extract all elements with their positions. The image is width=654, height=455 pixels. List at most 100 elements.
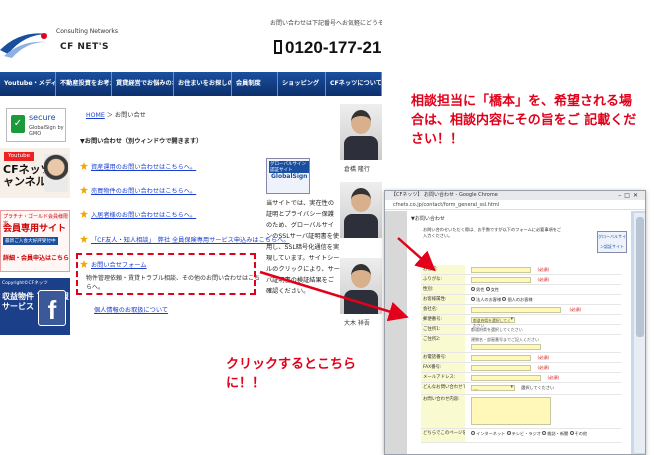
member-banner-sub: 最新ご入会大好評受付中 bbox=[3, 237, 58, 245]
address2-note: 建物名・部屋番号までご記入ください bbox=[471, 337, 539, 342]
form-label: 性別: bbox=[421, 285, 465, 294]
property-news-banner[interactable]: Copyright©CFネッツ 収益物件 下見速報 サービス f bbox=[0, 278, 70, 335]
star-icon bbox=[80, 235, 88, 243]
inquiry-type-note: 選択してください bbox=[521, 385, 555, 390]
phone-icon bbox=[274, 40, 282, 54]
window-controls-icon[interactable]: –□✕ bbox=[618, 191, 641, 200]
required-mark: （必須） bbox=[535, 277, 552, 282]
browser-url-bar[interactable]: cfnets.co.jp/contact/form_general_ssl.ht… bbox=[385, 200, 645, 210]
radio-icon[interactable] bbox=[471, 431, 475, 435]
form-row-gender: 性別: 男性 女性 bbox=[421, 285, 621, 295]
radio-icon[interactable] bbox=[471, 297, 475, 301]
fb-banner-top: Copyright©CFネッツ bbox=[2, 281, 48, 286]
referral-option-label: その他 bbox=[574, 431, 588, 436]
phone-number: 0120-177-213 bbox=[285, 38, 382, 57]
nav-item-owners[interactable]: 賃貸経営でお悩みのオーナー様 bbox=[112, 72, 174, 96]
star-icon bbox=[80, 186, 88, 194]
form-row-furigana: ふりがな: （必須） bbox=[421, 275, 621, 285]
form-row-phone: お電話番号: （必須） bbox=[421, 353, 621, 363]
email-input[interactable] bbox=[471, 375, 541, 381]
globalsign-seal[interactable]: グローバルサイン認証サイト GlobalSign bbox=[266, 158, 310, 194]
form-label: ご住所1: bbox=[421, 325, 465, 334]
contact-link-asset[interactable]: 資産運用のお問い合わせはこちらへ。 bbox=[80, 162, 196, 171]
customer-type-label: 法人のお客様 bbox=[476, 297, 502, 302]
facebook-icon: f bbox=[38, 290, 66, 326]
nav-item-shopping[interactable]: ショッピング bbox=[278, 72, 326, 96]
form-row-referral: どちらでこのページを知りましたか？: インターネット テレビ・ラジオ 雑誌・新聞… bbox=[421, 429, 621, 443]
required-mark: （必須） bbox=[567, 307, 584, 312]
customer-type-label: 個人のお客様 bbox=[507, 297, 533, 302]
member-banner-title: 会員専用サイト bbox=[3, 224, 67, 234]
company-input[interactable] bbox=[471, 307, 561, 313]
form-row-address2: ご住所2: 建物名・部屋番号までご記入ください bbox=[421, 335, 621, 353]
browser-window: 【CFネッツ】 お問い合わせ - Google Chrome –□✕ cfnet… bbox=[384, 190, 646, 455]
highlight-box bbox=[76, 253, 256, 295]
browser-scrollbar[interactable] bbox=[634, 213, 645, 453]
customer-type-options[interactable]: 法人のお客様 個人のお客様 bbox=[471, 295, 533, 305]
form-globalsign-seal[interactable]: グローバルサイン認証サイト bbox=[597, 231, 627, 253]
nav-item-about[interactable]: CFネッツについて bbox=[326, 72, 382, 96]
contact-link-tenant[interactable]: 入居者様のお問い合わせはこちらへ。 bbox=[80, 210, 196, 219]
contact-link-insurance[interactable]: 「CF友人・知人相談」 弊社 全員保険専用サービス申込みはこちらへ。 bbox=[80, 235, 290, 244]
radio-icon[interactable] bbox=[485, 287, 490, 291]
radio-icon[interactable] bbox=[506, 431, 511, 435]
scrollbar-thumb[interactable] bbox=[636, 217, 644, 337]
contact-link-sales[interactable]: 売買物件のお問い合わせはこちらへ。 bbox=[80, 186, 196, 195]
secure-title: secure bbox=[29, 113, 56, 122]
secure-subtitle: GlobalSign by GMO bbox=[29, 125, 64, 137]
furigana-input[interactable] bbox=[471, 277, 531, 283]
form-intro: お問い合わせいただく際は、お手数ですが以下のフォームに必要事項をご入力ください。 bbox=[423, 227, 562, 238]
contact-link-insurance-label: 「CF友人・知人相談」 弊社 全員保険専用サービス申込みはこちらへ。 bbox=[91, 237, 290, 244]
form-row-message: お問い合わせ内容: bbox=[421, 395, 621, 429]
nav-item-residence[interactable]: お住まいをお探しの方 bbox=[174, 72, 232, 96]
phone-input[interactable] bbox=[471, 355, 531, 361]
contact-form: お名前: （必須） ふりがな: （必須） 性別: 男性 女性 お客様属性: 法人… bbox=[421, 265, 621, 443]
presenter-photo bbox=[44, 154, 68, 192]
inquiry-type-select[interactable]: ---- bbox=[471, 385, 515, 391]
page-left-margin bbox=[385, 211, 407, 454]
breadcrumb: HOME ＞ お問い合せ bbox=[86, 110, 146, 119]
form-row-company: 会社名: （必須） bbox=[421, 305, 621, 315]
nav-item-membership[interactable]: 会員制度 bbox=[232, 72, 278, 96]
address2-input[interactable] bbox=[471, 344, 541, 350]
privacy-link[interactable]: 個人情報のお取扱について bbox=[94, 305, 168, 314]
prefecture-select[interactable]: 都道府県を選択してください bbox=[471, 317, 515, 328]
form-label: ご住所2: bbox=[421, 335, 465, 352]
form-label: お電話番号: bbox=[421, 353, 465, 362]
youtube-banner[interactable]: Youtube CFネッツ チャンネル bbox=[0, 148, 70, 198]
radio-icon[interactable] bbox=[542, 431, 547, 435]
secure-seal[interactable]: ✓ secure GlobalSign by GMO bbox=[6, 108, 66, 142]
form-label: お問い合わせ内容: bbox=[421, 395, 465, 428]
star-icon bbox=[80, 210, 88, 218]
form-label: メールアドレス: bbox=[421, 373, 465, 382]
radio-icon[interactable] bbox=[502, 297, 507, 301]
member-site-banner[interactable]: プラチナ・ゴールド会員様限定 会員専用サイト 最新ご入会大好評受付中 詳細・会員… bbox=[0, 210, 70, 272]
form-label: お名前: bbox=[421, 265, 465, 274]
nav-item-investment[interactable]: 不動産投資をお考えの方 bbox=[56, 72, 112, 96]
staff-photo bbox=[340, 258, 382, 314]
fax-input[interactable] bbox=[471, 365, 531, 371]
message-textarea[interactable] bbox=[471, 397, 551, 425]
staff-photos: 倉橋 隆行 大木 祥吾 bbox=[340, 98, 382, 335]
nav-item-youtube[interactable]: Youtube・メディア bbox=[0, 72, 56, 96]
breadcrumb-home-link[interactable]: HOME bbox=[86, 112, 105, 119]
referral-options[interactable]: インターネット テレビ・ラジオ 雑誌・新聞 その他 bbox=[471, 429, 587, 439]
radio-icon[interactable] bbox=[569, 431, 574, 435]
header-phone: 0120-177-213 bbox=[274, 38, 382, 58]
annotation-click-here: クリックするとこちらに！！ bbox=[226, 357, 357, 391]
gender-options[interactable]: 男性 女性 bbox=[471, 285, 499, 295]
form-row-email: メールアドレス: （必須） bbox=[421, 373, 621, 383]
referral-option-label: 雑誌・新聞 bbox=[547, 431, 569, 436]
logo-title[interactable]: CF NET'S bbox=[60, 42, 109, 52]
check-icon: ✓ bbox=[11, 115, 25, 133]
logo-swoosh-icon bbox=[0, 33, 48, 58]
address1-note: 都道府県を選択してください bbox=[471, 327, 523, 332]
referral-option-label: テレビ・ラジオ bbox=[511, 431, 541, 436]
contact-link-sales-label: 売買物件のお問い合わせはこちらへ。 bbox=[91, 188, 197, 195]
required-mark: （必須） bbox=[535, 267, 552, 272]
staff-photo bbox=[340, 182, 382, 238]
staff-photo bbox=[340, 104, 382, 160]
form-label: ふりがな: bbox=[421, 275, 465, 284]
name-input[interactable] bbox=[471, 267, 531, 273]
radio-icon[interactable] bbox=[471, 287, 475, 291]
